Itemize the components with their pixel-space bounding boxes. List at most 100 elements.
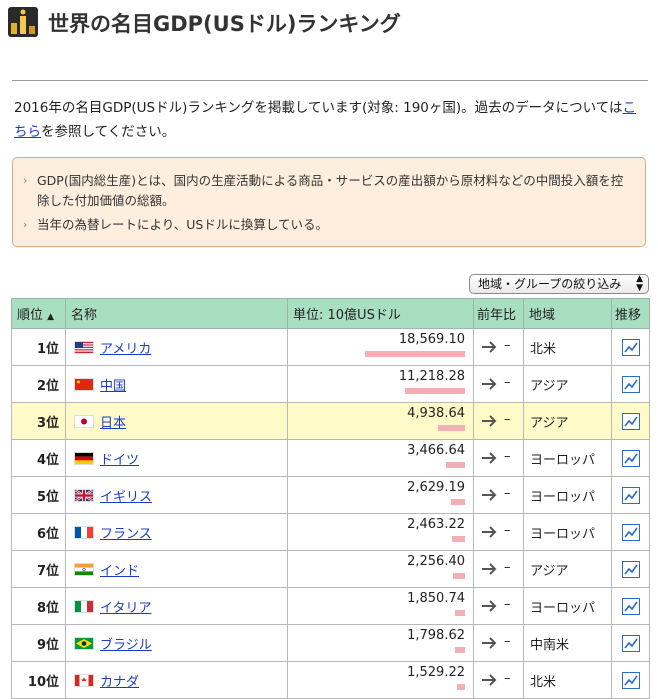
rank-cell: 2位 bbox=[11, 365, 66, 403]
trend-column-header: 推移 bbox=[611, 298, 650, 329]
change-value: – bbox=[504, 486, 511, 501]
region-cell: ヨーロッパ bbox=[523, 513, 612, 551]
trend-cell bbox=[611, 513, 650, 551]
gdp-bar bbox=[446, 462, 465, 468]
trend-cell bbox=[611, 439, 650, 477]
value-column-header[interactable]: 単位: 10億USドル bbox=[287, 298, 474, 329]
trend-cell bbox=[611, 402, 650, 440]
change-column-header[interactable]: 前年比 bbox=[473, 298, 524, 329]
ranking-trophy-icon bbox=[8, 7, 38, 37]
country-link[interactable]: インド bbox=[100, 564, 139, 579]
flat-arrow-icon bbox=[482, 600, 497, 612]
country-cell: イギリス bbox=[65, 476, 288, 514]
rank-cell: 6位 bbox=[11, 513, 66, 551]
flat-arrow-icon bbox=[482, 563, 497, 575]
change-value: – bbox=[504, 597, 511, 612]
trend-chart-icon[interactable] bbox=[621, 523, 640, 541]
note-text: 当年の為替レートにより、USドルに換算している。 bbox=[37, 217, 328, 232]
gdp-value-cell: 1,529.22 bbox=[287, 661, 474, 699]
country-link[interactable]: イギリス bbox=[100, 490, 152, 505]
country-cell: カナダ bbox=[65, 661, 288, 699]
region-cell: ヨーロッパ bbox=[523, 476, 612, 514]
table-row: 10位 カナダ 1,529.22 – 北米 bbox=[11, 661, 650, 699]
region-filter-label: 地域・グループの絞り込み bbox=[478, 277, 622, 291]
flat-arrow-icon bbox=[482, 452, 497, 464]
change-cell: – bbox=[473, 328, 524, 366]
gdp-bar bbox=[365, 351, 465, 357]
region-column-header[interactable]: 地域 bbox=[523, 298, 612, 329]
country-link[interactable]: イタリア bbox=[100, 601, 151, 616]
gdp-value: 18,569.10 bbox=[398, 332, 465, 347]
trend-chart-icon[interactable] bbox=[621, 671, 640, 689]
trend-cell bbox=[611, 328, 650, 366]
change-cell: – bbox=[473, 365, 524, 403]
gdp-value: 2,629.19 bbox=[407, 480, 465, 495]
rank-cell: 5位 bbox=[11, 476, 66, 514]
rank-column-header[interactable]: 順位 ▲ bbox=[11, 298, 66, 329]
change-cell: – bbox=[473, 587, 524, 625]
country-link[interactable]: フランス bbox=[100, 527, 152, 542]
note-text: GDP(国内総生産)とは、国内の生産活動による商品・サービスの産出額から原材料な… bbox=[37, 173, 624, 208]
note-item: › GDP(国内総生産)とは、国内の生産活動による商品・サービスの産出額から原材… bbox=[23, 171, 627, 211]
gdp-value-cell: 4,938.64 bbox=[287, 402, 474, 440]
country-link[interactable]: アメリカ bbox=[100, 342, 151, 357]
divider bbox=[12, 80, 648, 81]
flat-arrow-icon bbox=[482, 378, 497, 390]
trend-chart-icon[interactable] bbox=[621, 338, 640, 356]
gdp-value-cell: 2,256.40 bbox=[287, 550, 474, 588]
gdp-value: 3,466.64 bbox=[407, 443, 465, 458]
page-header: 世界の名目GDP(USドル)ランキング bbox=[8, 4, 650, 44]
region-filter-select[interactable]: 地域・グループの絞り込み ▲ ▼ bbox=[469, 274, 649, 294]
gdp-ranking-table: 順位 ▲ 名称 単位: 10億USドル 前年比 地域 推移 1位 アメリカ 18,5… bbox=[11, 298, 650, 699]
flat-arrow-icon bbox=[482, 341, 497, 353]
gdp-value: 4,938.64 bbox=[407, 406, 465, 421]
change-value: – bbox=[504, 375, 511, 390]
trend-chart-icon[interactable] bbox=[621, 597, 640, 615]
country-link[interactable]: 中国 bbox=[100, 379, 126, 394]
rank-cell: 1位 bbox=[11, 328, 66, 366]
gdp-value: 1,529.22 bbox=[407, 665, 465, 680]
change-value: – bbox=[504, 338, 511, 353]
trend-chart-icon[interactable] bbox=[621, 560, 640, 578]
table-row: 8位 イタリア 1,850.74 – ヨーロッパ bbox=[11, 587, 650, 625]
region-cell: 中南米 bbox=[523, 624, 612, 662]
trend-chart-icon[interactable] bbox=[621, 486, 640, 504]
name-column-header[interactable]: 名称 bbox=[65, 298, 288, 329]
gdp-value: 1,850.74 bbox=[407, 591, 465, 606]
region-cell: アジア bbox=[523, 365, 612, 403]
flat-arrow-icon bbox=[482, 526, 497, 538]
br-flag-icon bbox=[74, 636, 94, 650]
trend-chart-icon[interactable] bbox=[621, 412, 640, 430]
change-value: – bbox=[504, 523, 511, 538]
change-value: – bbox=[504, 449, 511, 464]
country-cell: アメリカ bbox=[65, 328, 288, 366]
table-row: 4位 ドイツ 3,466.64 – ヨーロッパ bbox=[11, 439, 650, 477]
change-cell: – bbox=[473, 439, 524, 477]
country-link[interactable]: ドイツ bbox=[100, 453, 139, 468]
change-cell: – bbox=[473, 402, 524, 440]
table-row: 1位 アメリカ 18,569.10 – 北米 bbox=[11, 328, 650, 366]
fr-flag-icon bbox=[74, 525, 94, 539]
flat-arrow-icon bbox=[482, 674, 497, 686]
gdp-bar bbox=[455, 610, 465, 616]
change-cell: – bbox=[473, 624, 524, 662]
trend-chart-icon[interactable] bbox=[621, 449, 640, 467]
gdp-bar bbox=[453, 573, 465, 579]
change-value: – bbox=[504, 671, 511, 686]
note-item: › 当年の為替レートにより、USドルに換算している。 bbox=[23, 215, 627, 235]
trend-chart-icon[interactable] bbox=[621, 375, 640, 393]
gdp-bar bbox=[451, 499, 465, 505]
country-link[interactable]: カナダ bbox=[100, 675, 139, 690]
rank-header-label: 順位 bbox=[17, 308, 44, 323]
ca-flag-icon bbox=[74, 673, 94, 687]
country-link[interactable]: 日本 bbox=[100, 416, 126, 431]
intro-text-part: を参照してください。 bbox=[41, 124, 176, 140]
gdp-value-cell: 1,798.62 bbox=[287, 624, 474, 662]
table-row: 9位 ブラジル 1,798.62 – 中南米 bbox=[11, 624, 650, 662]
trend-chart-icon[interactable] bbox=[621, 634, 640, 652]
definition-note-box: › GDP(国内総生産)とは、国内の生産活動による商品・サービスの産出額から原材… bbox=[12, 157, 646, 247]
country-link[interactable]: ブラジル bbox=[100, 638, 152, 653]
change-value: – bbox=[504, 560, 511, 575]
bullet-icon: › bbox=[23, 218, 28, 231]
country-cell: 日本 bbox=[65, 402, 288, 440]
